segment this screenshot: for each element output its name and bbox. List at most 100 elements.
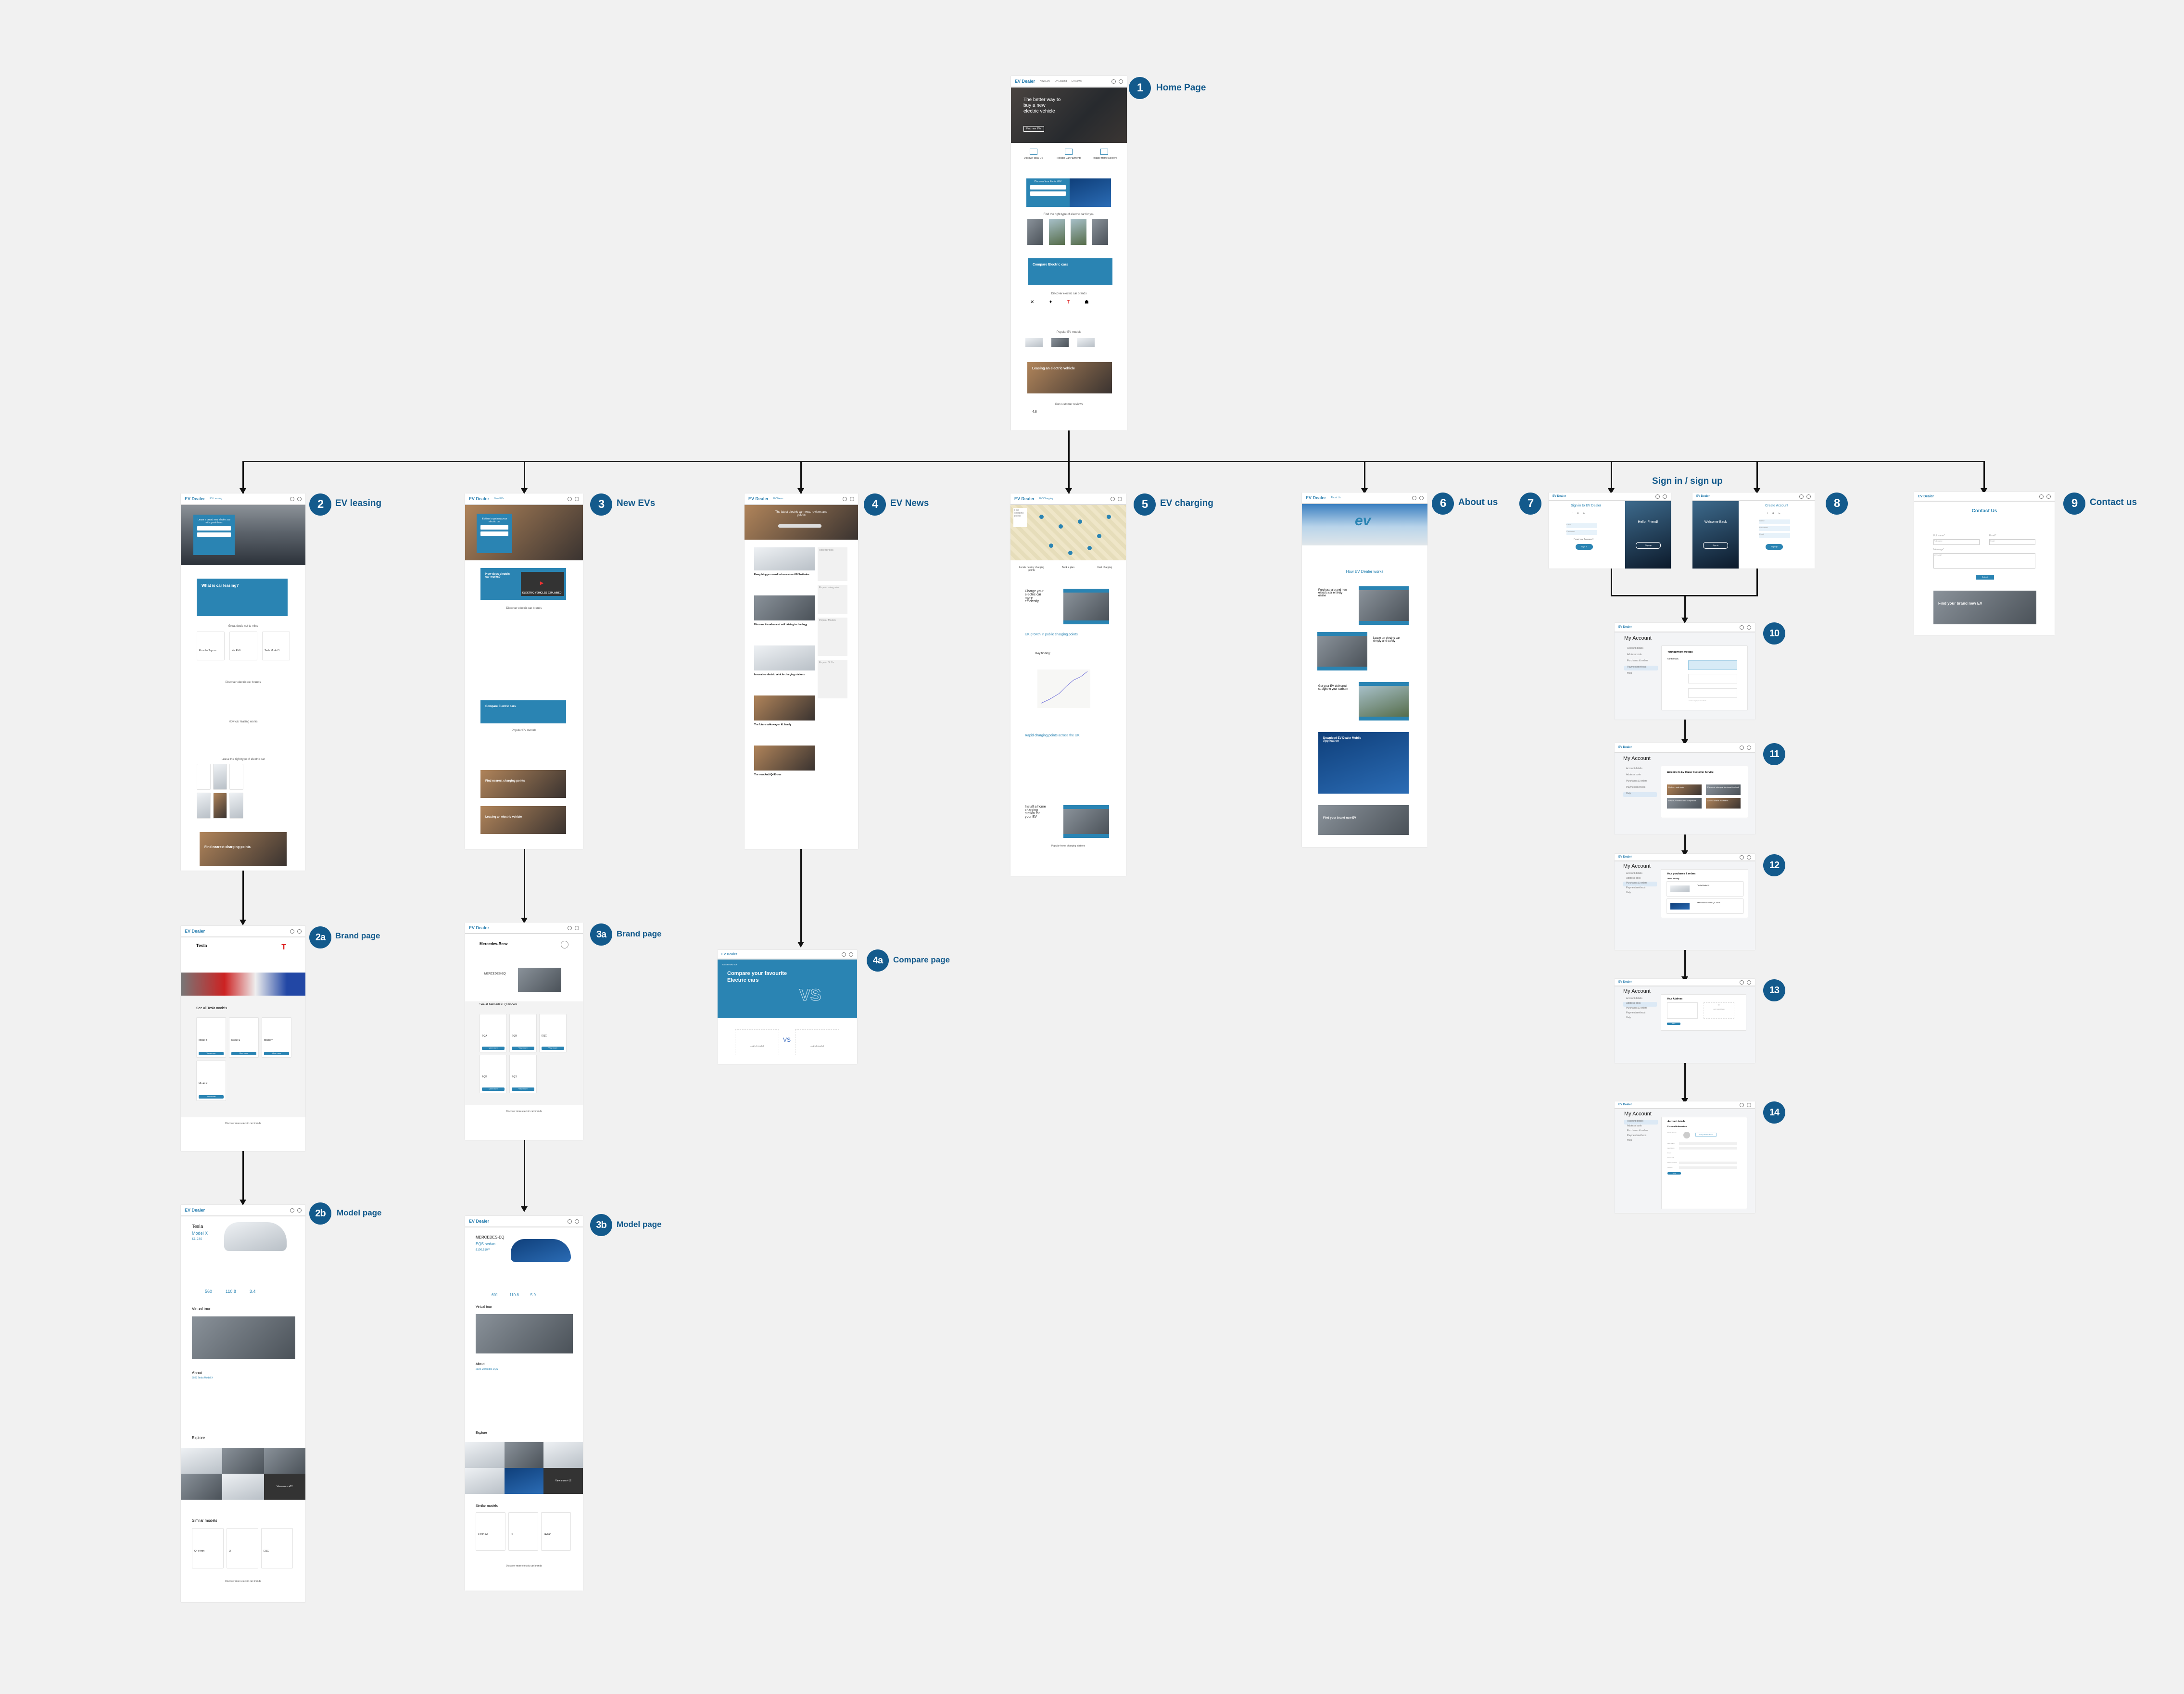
select-price[interactable] <box>480 531 508 536</box>
page-account-payment[interactable]: EV Dealer My Account Account details Add… <box>1615 623 1755 720</box>
add-model-slot[interactable]: + Add model <box>735 1029 779 1055</box>
nav-item[interactable]: EV Charging <box>1039 497 1053 500</box>
saved-icon[interactable] <box>1740 855 1744 860</box>
page-brand-mercedes[interactable]: EV Dealer Mercedes-Benz MERCEDES-EQ See … <box>465 923 583 1140</box>
page-ev-leasing[interactable]: EV Dealer EV Leasing Lease a brand new el… <box>181 493 305 871</box>
logo[interactable]: EV Dealer <box>469 496 489 501</box>
sidebar-item-orders[interactable]: Purchases & orders <box>1623 1007 1657 1011</box>
page-account-details[interactable]: EV Dealer My Account Account details Add… <box>1615 1101 1755 1213</box>
article-image[interactable] <box>754 695 815 721</box>
virtual-tour-image[interactable] <box>192 1316 295 1359</box>
gallery-view-more[interactable]: View more +12 <box>543 1468 583 1494</box>
account-icon[interactable] <box>297 1208 302 1213</box>
gallery-image[interactable] <box>222 1448 264 1474</box>
leasing-banner[interactable]: Leasing an electric vehicle <box>480 806 566 834</box>
page-contact-us[interactable]: EV Dealer Contact Us Full name* Full nam… <box>1914 492 2055 635</box>
add-model-slot[interactable]: + Add model <box>795 1029 839 1055</box>
similar-model-card[interactable]: EQC <box>261 1528 293 1568</box>
account-icon[interactable] <box>1806 494 1811 499</box>
saved-icon[interactable] <box>568 1219 572 1224</box>
popular-model-image[interactable] <box>1077 338 1095 347</box>
message-textarea[interactable]: Message <box>1933 553 2035 569</box>
similar-model-card[interactable]: iX <box>227 1528 258 1568</box>
logo[interactable]: EV Dealer <box>469 1219 489 1224</box>
article-image[interactable] <box>754 547 815 570</box>
saved-icon[interactable] <box>1799 494 1804 499</box>
sidebar-item-help[interactable]: Help <box>1624 1139 1658 1144</box>
map-pin-icon[interactable] <box>1049 544 1053 548</box>
sign-up-button[interactable]: Sign up <box>1766 544 1783 550</box>
map-pin-icon[interactable] <box>1039 515 1044 519</box>
popular-model-image[interactable] <box>1025 338 1043 347</box>
model-card[interactable]: EQC View more <box>539 1014 567 1052</box>
gallery-image[interactable] <box>504 1468 544 1494</box>
article-image[interactable] <box>754 645 815 670</box>
page-model-mercedes[interactable]: EV Dealer MERCEDES-EQ EQS sedan £100,510… <box>465 1216 583 1591</box>
brand-logo-xpeng[interactable]: ✕ <box>1030 300 1034 305</box>
nav-item[interactable]: EV News <box>773 497 783 500</box>
deal-card[interactable]: Kia EV6 <box>229 632 257 660</box>
payment-card-visa[interactable] <box>1688 660 1737 670</box>
sidebar-item-account-details[interactable]: Account details <box>1623 997 1657 1002</box>
account-icon[interactable] <box>2046 494 2051 499</box>
select-price[interactable] <box>197 532 231 537</box>
saved-icon[interactable] <box>1111 79 1116 84</box>
view-more-button[interactable]: View more <box>542 1047 564 1050</box>
sidebar-item-account-details[interactable]: Account details <box>1624 1120 1658 1125</box>
saved-icon[interactable] <box>2039 494 2044 499</box>
page-account-help[interactable]: EV Dealer My Account Account details Add… <box>1615 743 1755 834</box>
view-more-button[interactable]: View more <box>512 1087 534 1091</box>
type-image[interactable] <box>1092 219 1108 245</box>
map-pin-icon[interactable] <box>1078 519 1082 524</box>
select-make[interactable] <box>197 526 231 531</box>
linkedin-icon[interactable]: in <box>1583 512 1585 514</box>
logo[interactable]: EV Dealer <box>1015 79 1035 84</box>
phone-input[interactable] <box>1679 1162 1737 1164</box>
brand-logo-tesla[interactable]: T <box>1067 300 1070 305</box>
order-row[interactable]: Mercedes-Benz EQS 450+ <box>1666 898 1744 914</box>
password-input[interactable]: Password <box>1566 530 1597 535</box>
similar-model-card[interactable]: Q4 e-tron <box>192 1528 224 1568</box>
logo[interactable]: EV Dealer <box>185 1208 205 1213</box>
account-icon[interactable] <box>1119 79 1123 84</box>
model-card[interactable]: EQE View more <box>480 1055 507 1093</box>
page-account-orders[interactable]: EV Dealer My Account Account details Add… <box>1615 854 1755 950</box>
gallery-image[interactable] <box>465 1468 505 1494</box>
saved-icon[interactable] <box>1740 1102 1744 1107</box>
saved-icon[interactable] <box>842 952 846 957</box>
gallery-view-more[interactable]: View more +12 <box>264 1474 305 1500</box>
nav-item[interactable]: New EVs <box>1040 80 1050 83</box>
logo[interactable]: EV Dealer <box>1618 746 1632 749</box>
account-icon[interactable] <box>1747 980 1751 985</box>
view-more-button[interactable]: View more <box>512 1047 534 1050</box>
account-icon[interactable] <box>850 496 854 501</box>
account-icon[interactable] <box>297 929 302 934</box>
account-icon[interactable] <box>1663 494 1667 499</box>
leasing-banner[interactable]: Leasing an electric vehicle <box>1027 362 1112 393</box>
name-input[interactable]: Name <box>1759 519 1790 524</box>
page-brand-tesla[interactable]: EV Dealer Tesla T See all Tesla models M… <box>181 926 305 1151</box>
change-picture-button[interactable]: Change Profile Picture <box>1695 1133 1717 1137</box>
article-title[interactable]: Discover the advanced self driving techn… <box>754 623 815 626</box>
logo[interactable]: EV Dealer <box>1306 495 1326 500</box>
similar-model-card[interactable]: e-tron GT <box>476 1512 505 1551</box>
gallery-grid[interactable]: View more +12 <box>465 1442 583 1494</box>
type-card[interactable] <box>229 793 243 819</box>
model-card[interactable]: Model 3 View more <box>196 1017 226 1058</box>
sidebar-item-payment[interactable]: Payment methods <box>1624 666 1658 670</box>
sidebar-item-account-details[interactable]: Account details <box>1624 647 1658 652</box>
back-link[interactable]: Back to New EVs <box>722 963 737 966</box>
view-more-button[interactable]: View more <box>231 1052 256 1055</box>
gallery-image[interactable] <box>181 1474 223 1500</box>
save-button[interactable]: Save <box>1667 1023 1680 1025</box>
charging-banner[interactable]: Find nearest charging points <box>480 770 566 798</box>
logo[interactable]: EV Dealer <box>1014 496 1035 501</box>
map-pin-icon[interactable] <box>1107 515 1111 519</box>
similar-model-card[interactable]: i4 <box>508 1512 538 1551</box>
gallery-image[interactable] <box>504 1442 544 1468</box>
saved-icon[interactable] <box>1412 495 1416 500</box>
sign-up-button[interactable]: Sign up <box>1636 542 1661 549</box>
help-tile[interactable]: Access online assistants <box>1706 798 1741 809</box>
view-more-button[interactable]: View more <box>199 1095 224 1099</box>
email-input[interactable]: Email <box>1759 533 1790 538</box>
